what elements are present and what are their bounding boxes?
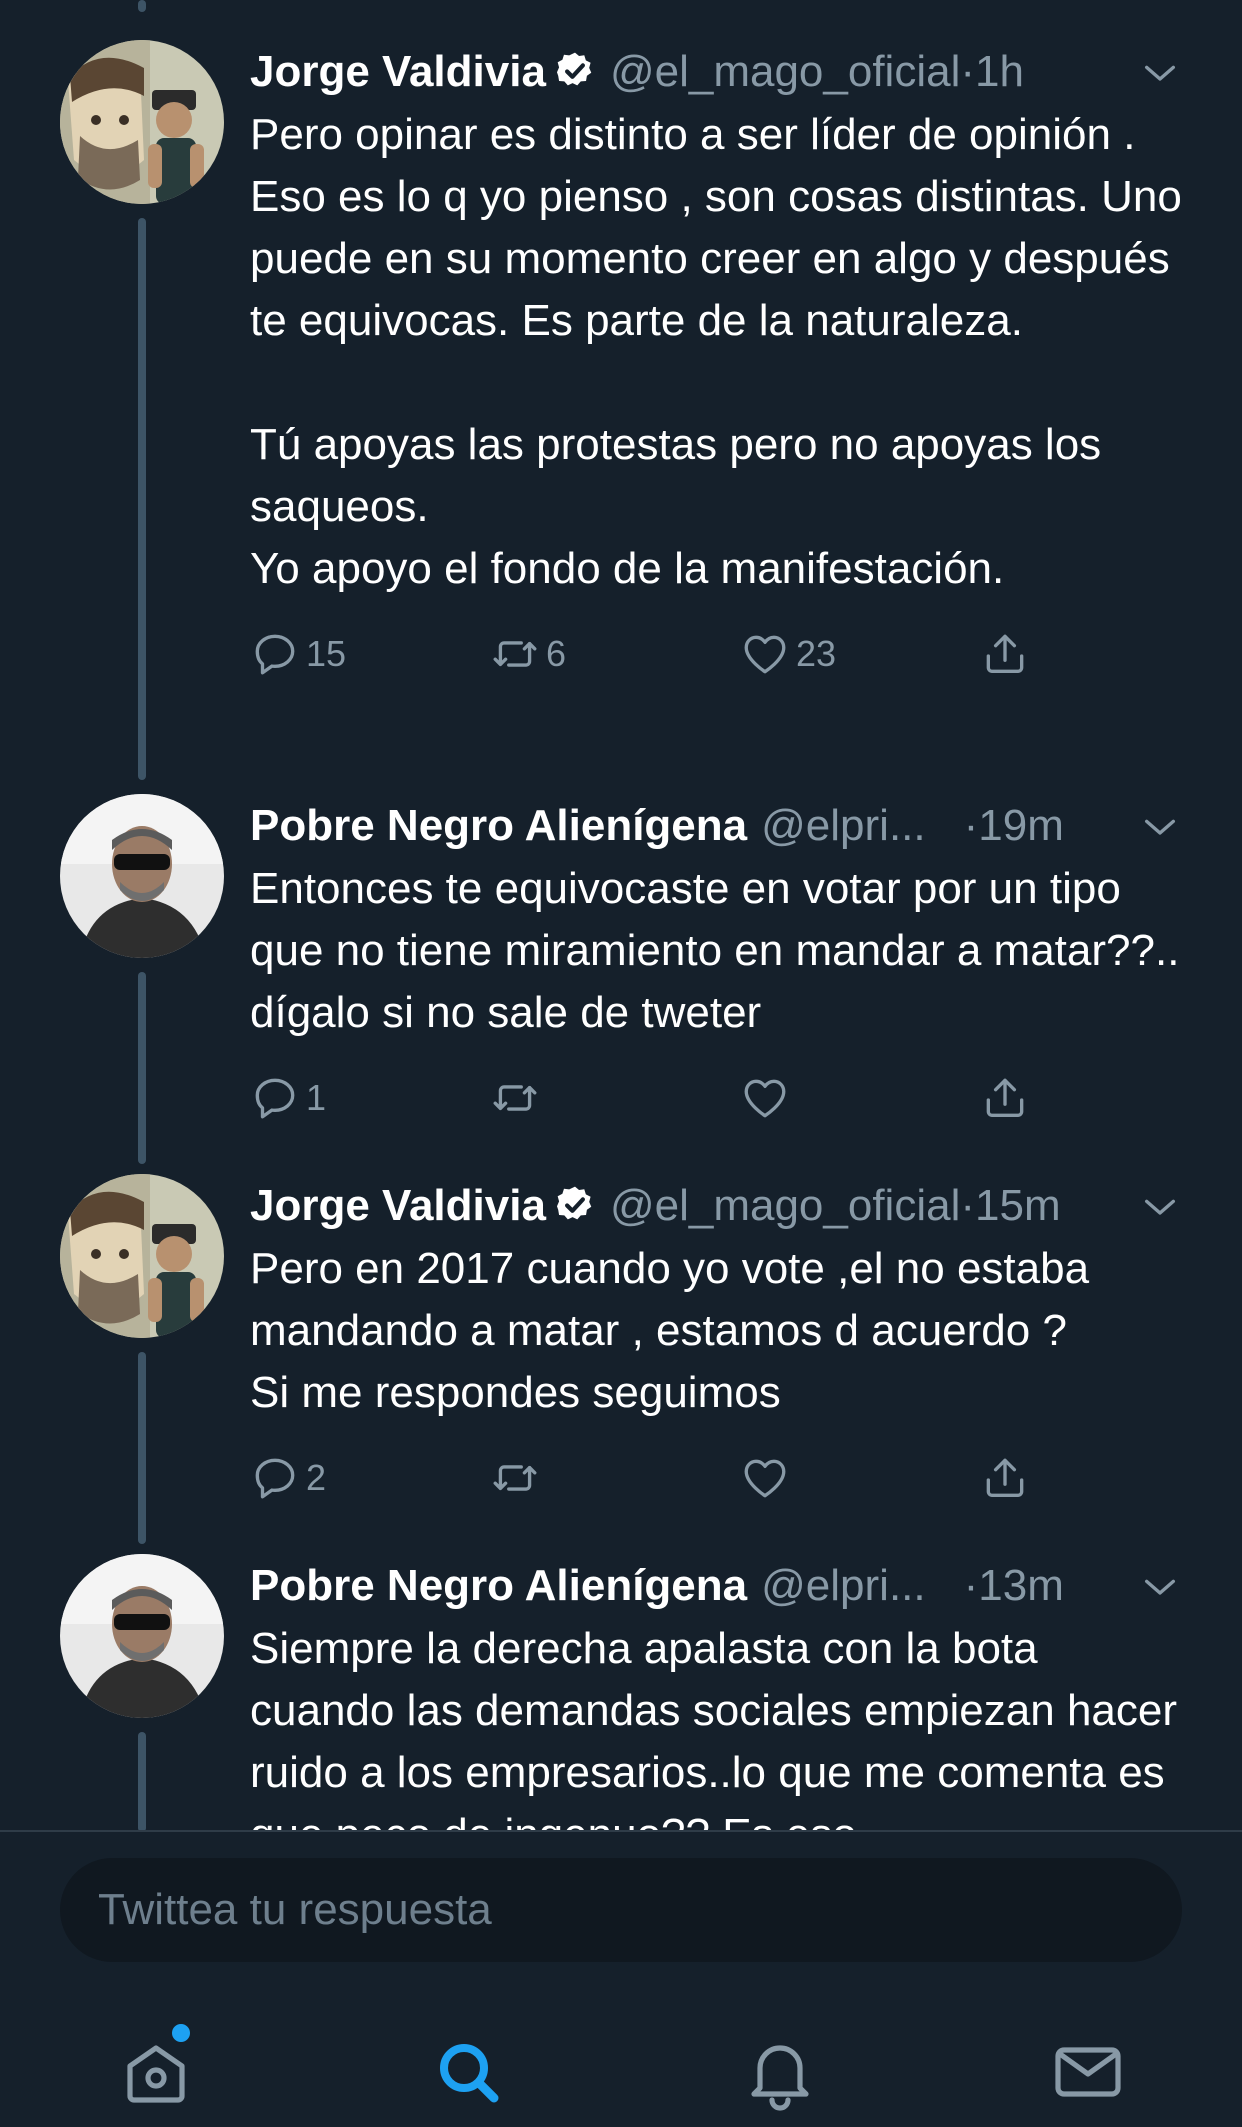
reply-input[interactable]: Twittea tu respuesta — [60, 1858, 1182, 1962]
tweet-paragraph: Siempre la derecha apalasta con la bota … — [250, 1624, 1178, 1830]
reply-count: 15 — [306, 633, 347, 674]
messages-icon — [1055, 2047, 1121, 2097]
new-content-indicator — [170, 2022, 192, 2044]
chevron-down-icon[interactable] — [1140, 808, 1180, 848]
tweet-text: Pero opinar es distinto a ser líder de o… — [250, 104, 1190, 600]
separator-dot: · — [963, 801, 979, 850]
thread-line — [138, 1732, 146, 1830]
retweet-icon — [493, 1085, 537, 1111]
tweet-text: Siempre la derecha apalasta con la bota … — [250, 1618, 1190, 1830]
tweet-text: Pero en 2017 cuando yo vote ,el no estab… — [250, 1238, 1190, 1424]
tweet-text: Entonces te equivocaste en votar por un … — [250, 858, 1190, 1044]
tab-search[interactable] — [428, 2032, 508, 2112]
separator-dot: · — [963, 1561, 979, 1610]
tweet-header: Jorge Valdivia @el_mago_oficial·15m — [250, 1174, 1190, 1238]
verified-badge-icon — [556, 52, 592, 86]
author-name[interactable]: Pobre Negro Alienígena — [250, 801, 747, 850]
tab-notifications[interactable] — [740, 2032, 820, 2112]
reply-count: 1 — [306, 1077, 327, 1118]
tweet-paragraph: Si me respondes seguimos — [250, 1368, 781, 1417]
retweet-icon — [493, 641, 537, 667]
reply-icon — [255, 1078, 295, 1119]
tweet-time[interactable]: 15m — [975, 1181, 1061, 1230]
bottom-bar: Twittea tu respuesta — [0, 1830, 1242, 2127]
reply-button[interactable]: 1 — [250, 1070, 326, 1126]
separator-dot: · — [960, 47, 976, 96]
thread-line — [138, 972, 146, 1164]
reply-icon — [255, 634, 295, 675]
share-icon — [986, 1078, 1024, 1117]
heart-icon — [744, 635, 786, 674]
author-handle[interactable]: @elpri... — [761, 801, 925, 850]
author-name[interactable]: Pobre Negro Alienígena — [250, 1561, 747, 1610]
heart-icon — [744, 1079, 786, 1118]
retweet-button[interactable] — [490, 1450, 546, 1506]
tweet-actions: 15 6 23 — [250, 626, 1190, 686]
thread-line — [138, 0, 146, 12]
tweet-paragraph: Tú apoyas las protestas pero no apoyas l… — [250, 420, 1102, 531]
tweet-header: Pobre Negro Alienígena @elpri... ·19m — [250, 794, 1190, 858]
share-button[interactable] — [980, 626, 1030, 682]
avatar[interactable] — [60, 1554, 224, 1718]
tweet-paragraph: Yo apoyo el fondo de la manifestación. — [250, 544, 1005, 593]
avatar[interactable] — [60, 1174, 224, 1338]
like-button[interactable] — [740, 1450, 796, 1506]
like-count: 23 — [796, 633, 837, 674]
tweet-paragraph: Pero en 2017 cuando yo vote ,el no estab… — [250, 1244, 1090, 1355]
tweet-time[interactable]: 19m — [978, 801, 1064, 850]
author-handle[interactable]: @elpri... — [761, 1561, 925, 1610]
reply-button[interactable]: 15 — [250, 626, 346, 682]
tweet-time[interactable]: 13m — [978, 1561, 1064, 1610]
search-icon — [440, 2044, 499, 2103]
retweet-count: 6 — [546, 633, 567, 674]
tweet-paragraph: Pero opinar es distinto a ser líder de o… — [250, 110, 1182, 345]
like-button[interactable]: 23 — [740, 626, 836, 682]
share-button[interactable] — [980, 1450, 1030, 1506]
thread-line — [138, 218, 146, 780]
tweet-actions: 2 — [250, 1450, 1190, 1510]
tweet-actions: 1 — [250, 1070, 1190, 1130]
tweet-paragraph: Entonces te equivocaste en votar por un … — [250, 864, 1180, 1037]
chevron-down-icon[interactable] — [1140, 1188, 1180, 1228]
retweet-button[interactable]: 6 — [490, 626, 566, 682]
tab-home[interactable] — [116, 2032, 196, 2112]
retweet-button[interactable] — [490, 1070, 546, 1126]
chevron-down-icon[interactable] — [1140, 54, 1180, 94]
reply-count: 2 — [306, 1457, 327, 1498]
home-icon — [127, 2045, 185, 2103]
like-button[interactable] — [740, 1070, 796, 1126]
share-icon — [986, 1458, 1024, 1497]
author-handle[interactable]: @el_mago_oficial — [610, 47, 960, 96]
reply-icon — [255, 1458, 295, 1499]
chevron-down-icon[interactable] — [1140, 1568, 1180, 1608]
tab-messages[interactable] — [1048, 2032, 1128, 2112]
author-name[interactable]: Jorge Valdivia — [250, 1181, 546, 1230]
reply-button[interactable]: 2 — [250, 1450, 326, 1506]
tweet-header: Pobre Negro Alienígena @elpri... ·13m — [250, 1554, 1190, 1618]
tweet-time[interactable]: 1h — [975, 47, 1024, 96]
avatar[interactable] — [60, 40, 224, 204]
verified-badge-icon — [556, 1186, 592, 1220]
share-icon — [986, 634, 1024, 673]
conversation-timeline[interactable]: Jorge Valdivia @el_mago_oficial·1h Pero o… — [0, 0, 1242, 1830]
tweet-header: Jorge Valdivia @el_mago_oficial·1h — [250, 40, 1190, 104]
author-handle[interactable]: @el_mago_oficial — [610, 1181, 960, 1230]
notifications-icon — [751, 2045, 809, 2111]
share-button[interactable] — [980, 1070, 1030, 1126]
heart-icon — [744, 1459, 786, 1498]
retweet-icon — [493, 1465, 537, 1491]
author-name[interactable]: Jorge Valdivia — [250, 47, 546, 96]
separator-dot: · — [960, 1181, 976, 1230]
thread-line — [138, 1352, 146, 1544]
avatar[interactable] — [60, 794, 224, 958]
